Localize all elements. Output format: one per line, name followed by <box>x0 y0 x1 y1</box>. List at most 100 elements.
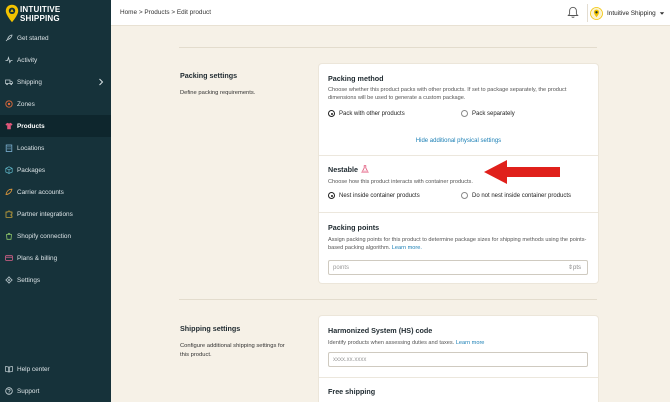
sidebar-item-products[interactable]: Products <box>0 115 111 137</box>
breadcrumb: Home > Products > Edit product <box>120 9 211 16</box>
sidebar-item-settings[interactable]: Settings <box>0 269 111 291</box>
account-avatar-icon <box>590 6 603 20</box>
building-icon <box>5 144 13 152</box>
radio-indicator <box>328 192 335 199</box>
sidebar-item-label: Carrier accounts <box>17 188 64 196</box>
truck-icon <box>5 79 13 86</box>
caret-down-icon <box>659 11 664 15</box>
hs-code-title: Harmonized System (HS) code <box>328 326 433 335</box>
radio-label: Nest inside container products <box>339 192 420 199</box>
help-icon <box>5 387 13 395</box>
sidebar-item-shipping[interactable]: Shipping <box>0 71 111 93</box>
gear-icon <box>5 276 13 284</box>
shirt-icon <box>5 122 13 130</box>
carrier-icon <box>5 188 13 195</box>
brand-name-line2: SHIPPING <box>20 13 60 23</box>
bell-icon[interactable] <box>567 6 579 19</box>
sidebar-item-label: Products <box>17 122 45 130</box>
account-name: Intuitive Shipping <box>607 9 656 17</box>
card-divider <box>319 155 598 156</box>
sidebar-item-label: Shipping <box>17 78 42 86</box>
radio-pack-with-others[interactable]: Pack with other products <box>328 110 405 117</box>
sidebar-item-zones[interactable]: Zones <box>0 93 111 115</box>
packing-points-learn-more-link[interactable]: Learn more. <box>392 245 422 251</box>
radio-nest-inside[interactable]: Nest inside container products <box>328 192 420 199</box>
puzzle-icon <box>5 210 13 218</box>
pulse-icon <box>5 56 13 64</box>
hs-code-description: Identify products when assessing duties … <box>328 339 590 347</box>
sidebar-item-label: Plans & billing <box>17 254 58 262</box>
hide-physical-settings-link[interactable]: Hide additional physical settings <box>319 138 598 144</box>
book-icon <box>5 366 13 373</box>
sidebar-item-partner-integrations[interactable]: Partner integrations <box>0 203 111 225</box>
packing-points-description: Assign packing points for this product t… <box>328 236 590 252</box>
radio-indicator <box>461 110 468 117</box>
radio-do-not-nest[interactable]: Do not nest inside container products <box>461 192 571 199</box>
main-content: Packing settings Define packing requirem… <box>111 26 670 402</box>
card-divider <box>319 212 598 213</box>
breadcrumb-products[interactable]: Products <box>144 9 169 16</box>
sidebar-item-activity[interactable]: Activity <box>0 49 111 71</box>
packing-method-title: Packing method <box>328 74 384 83</box>
section-divider <box>179 299 597 300</box>
breadcrumb-separator: > <box>169 9 177 16</box>
hs-code-description-text: Identify products when assessing duties … <box>328 340 455 346</box>
sidebar-item-label: Zones <box>17 100 35 108</box>
card-divider <box>319 377 598 378</box>
sidebar-item-support[interactable]: Support <box>0 380 111 402</box>
radio-indicator <box>461 192 468 199</box>
sidebar-item-label: Get started <box>17 34 49 42</box>
shipping-settings-card: Harmonized System (HS) code Identify pro… <box>319 316 598 402</box>
packing-settings-title: Packing settings <box>180 71 238 80</box>
section-divider <box>179 47 597 48</box>
breadcrumb-home[interactable]: Home <box>120 9 137 16</box>
hs-code-input[interactable] <box>328 352 588 367</box>
account-menu[interactable]: Intuitive Shipping <box>590 5 665 21</box>
sidebar-item-plans-billing[interactable]: Plans & billing <box>0 247 111 269</box>
brand-logo[interactable]: INTUITIVE SHIPPING <box>5 3 105 25</box>
sidebar-item-label: Activity <box>17 56 38 64</box>
card-icon <box>5 255 13 261</box>
sidebar-bottom-nav: Help center Support <box>0 358 111 402</box>
logo-pin-icon <box>5 4 19 23</box>
shipping-settings-title: Shipping settings <box>180 324 241 333</box>
topbar-divider <box>587 4 588 22</box>
sidebar-item-label: Partner integrations <box>17 210 73 218</box>
free-shipping-title: Free shipping <box>328 387 376 396</box>
sidebar-item-get-started[interactable]: Get started <box>0 27 111 49</box>
box-icon <box>5 166 13 174</box>
radio-label: Pack with other products <box>339 110 405 117</box>
packing-points-title: Packing points <box>328 223 380 232</box>
sidebar-item-help-center[interactable]: Help center <box>0 358 111 380</box>
packing-points-suffix: ⇕pts <box>568 264 581 271</box>
radio-label: Do not nest inside container products <box>472 192 572 199</box>
sidebar-item-shopify-connection[interactable]: Shopify connection <box>0 225 111 247</box>
sidebar-item-label: Locations <box>17 144 45 152</box>
flask-icon <box>361 165 369 173</box>
shipping-settings-description: Configure additional shipping settings f… <box>180 343 285 358</box>
hs-code-learn-more-link[interactable]: Learn more <box>456 340 485 346</box>
sidebar-item-label: Support <box>17 387 40 395</box>
packing-settings-description: Define packing requirements. <box>180 90 256 96</box>
rocket-icon <box>5 34 13 42</box>
sidebar-item-locations[interactable]: Locations <box>0 137 111 159</box>
sidebar-item-label: Packages <box>17 166 46 174</box>
red-arrow-annotation <box>484 160 560 184</box>
sidebar-item-label: Help center <box>17 365 50 373</box>
radio-label: Pack separately <box>472 110 515 117</box>
packing-points-description-text: Assign packing points for this product t… <box>328 237 587 251</box>
radio-pack-separately[interactable]: Pack separately <box>461 110 515 117</box>
sidebar-item-label: Shopify connection <box>17 232 72 240</box>
sidebar-item-label: Settings <box>17 276 41 284</box>
top-bar: Home > Products > Edit product Intuitive… <box>111 0 670 26</box>
shopify-icon <box>6 232 12 240</box>
map-pin-icon <box>5 100 13 108</box>
chevron-right-icon <box>99 78 104 86</box>
packing-points-input[interactable] <box>328 260 588 275</box>
sidebar-item-packages[interactable]: Packages <box>0 159 111 181</box>
breadcrumb-current: Edit product <box>176 9 211 16</box>
packing-points-unit: pts <box>573 265 582 271</box>
nestable-title: Nestable <box>328 165 358 174</box>
brand-name: INTUITIVE SHIPPING <box>20 5 60 23</box>
sidebar-item-carrier-accounts[interactable]: Carrier accounts <box>0 181 111 203</box>
